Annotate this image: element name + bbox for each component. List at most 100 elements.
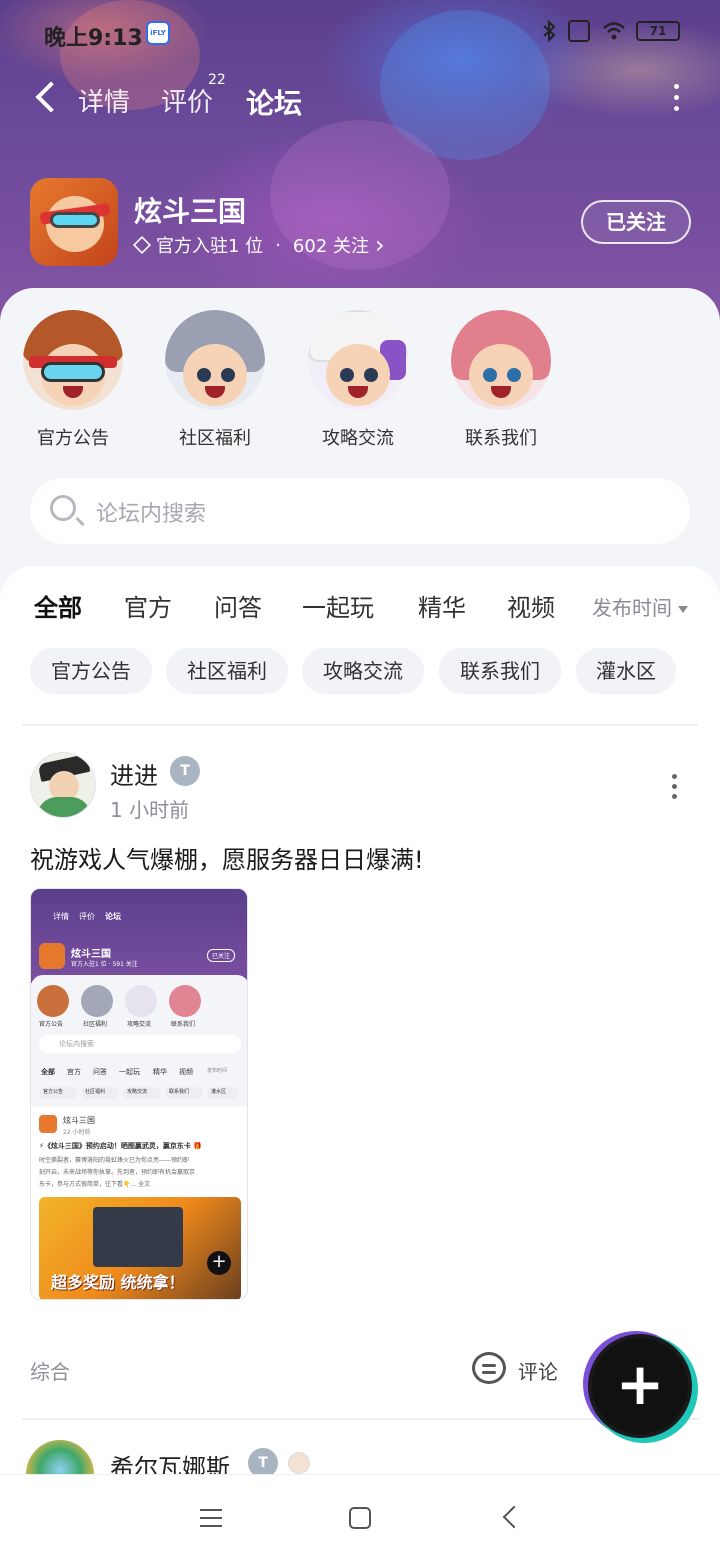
feed-tab-video[interactable]: 视频	[507, 588, 555, 623]
chip-contact-us[interactable]: 联系我们	[439, 648, 561, 694]
feed-tab-label: 全部	[34, 594, 82, 622]
feed-tab-official[interactable]: 官方	[124, 588, 172, 623]
thumb-header	[31, 889, 247, 983]
category-label: 联系我们	[465, 428, 537, 449]
thumb-search-text: 论坛内搜索	[59, 1040, 94, 1048]
category-official-announcements[interactable]: 官方公告	[18, 310, 128, 450]
thumb-cat: 官方公告	[39, 1021, 64, 1028]
thumb-tab: 详情	[53, 912, 69, 921]
comment-icon[interactable]	[472, 1352, 506, 1384]
tab-forum[interactable]: 论坛	[246, 82, 303, 126]
thumb-post-body: 时空撕裂者，赛博洛阳的霓虹烽火已为你点亮——预约即	[39, 1157, 190, 1164]
diamond-icon	[132, 235, 152, 255]
feed-tab-featured[interactable]: 精华	[418, 588, 466, 623]
game-title: 炫斗三国	[134, 195, 247, 228]
thumb-post-avatar	[39, 1115, 57, 1133]
sort-label: 发布时间	[592, 596, 672, 620]
thumb-meta: 官方入驻1 位 · 591 关注	[71, 961, 138, 968]
status-bar: 晚上9:13 iFLY 71	[0, 0, 720, 66]
thumb-game-icon	[39, 943, 65, 969]
wifi-icon	[602, 20, 625, 42]
post-author-avatar[interactable]	[30, 752, 96, 818]
system-navigation-bar	[0, 1474, 720, 1560]
tab-reviews[interactable]: 评价	[161, 82, 213, 119]
thumb-avatar	[37, 985, 69, 1017]
feed-tab-qa[interactable]: 问答	[214, 588, 262, 623]
meta-separator: ·	[275, 234, 281, 256]
caret-down-icon	[678, 606, 688, 613]
review-count-badge: 22	[208, 72, 226, 88]
thumb-post-title: ⚡《炫斗三国》预约启动！晒图赢武灵，赢京东卡 🎁	[39, 1142, 203, 1150]
thumb-banner-image: 超多奖励 统统拿！	[39, 1197, 241, 1299]
sort-dropdown[interactable]: 发布时间	[592, 592, 688, 621]
official-announcement-avatar	[23, 310, 123, 410]
post-more-icon[interactable]	[670, 774, 678, 804]
user-badge-icon	[288, 1452, 310, 1474]
search-icon	[50, 495, 76, 521]
menu-icon[interactable]	[200, 1509, 222, 1533]
thumb-avatar	[125, 985, 157, 1017]
level-badge-icon: T	[170, 756, 200, 786]
thumb-chip-label: 社区福利	[85, 1089, 106, 1095]
thumb-avatar	[169, 985, 201, 1017]
thumb-ftab: 问答	[93, 1068, 107, 1076]
status-icons: 71	[542, 19, 680, 43]
search-placeholder: 论坛内搜索	[96, 502, 207, 527]
game-app-icon	[30, 178, 118, 266]
ifly-icon: iFLY	[146, 21, 170, 45]
chip-water-zone[interactable]: 灌水区	[576, 648, 676, 694]
home-icon[interactable]	[349, 1507, 371, 1529]
battery-icon: 71	[636, 21, 680, 41]
chip-official-announcements[interactable]: 官方公告	[30, 648, 152, 694]
forum-search-bar[interactable]: 论坛内搜索	[30, 478, 690, 544]
thumb-ftab: 视频	[179, 1068, 193, 1076]
thumb-cat: 社区福利	[83, 1021, 108, 1028]
followers-count[interactable]: 602 关注	[293, 232, 369, 258]
thumb-ftab: 一起玩	[119, 1068, 140, 1076]
thumb-chip-label: 灌水区	[211, 1089, 227, 1095]
tab-forum-label: 论坛	[246, 87, 303, 120]
strategy-exchange-avatar	[308, 310, 408, 410]
category-label: 社区福利	[179, 428, 251, 449]
category-label: 攻略交流	[322, 428, 394, 449]
post-author-name[interactable]: 进进	[110, 756, 158, 791]
thumb-plus-icon: +	[207, 1251, 231, 1275]
chevron-right-icon[interactable]: ›	[375, 233, 385, 257]
category-community-benefits[interactable]: 社区福利	[160, 310, 270, 450]
thumb-ftab: 官方	[67, 1068, 81, 1076]
thumb-tab: 论坛	[105, 912, 121, 921]
game-meta: 官方入驻1 位 · 602 关注 ›	[132, 232, 385, 258]
thumb-post-body: 东卡，参与方式很简单，往下看👇... 全文	[39, 1181, 151, 1188]
chip-community-benefits[interactable]: 社区福利	[166, 648, 288, 694]
thumb-post-time: 22 小时前	[63, 1129, 91, 1136]
feed-tab-all[interactable]: 全部	[34, 588, 82, 625]
category-label: 官方公告	[37, 428, 109, 449]
chip-strategy-exchange[interactable]: 攻略交流	[302, 648, 424, 694]
thumb-follow: 已关注	[207, 949, 236, 962]
back-icon[interactable]	[32, 82, 62, 112]
category-strategy-exchange[interactable]: 攻略交流	[303, 310, 413, 450]
tab-details[interactable]: 详情	[78, 82, 130, 119]
thumb-cat: 攻略交流	[127, 1021, 152, 1028]
post-category: 综合	[30, 1360, 70, 1384]
status-time: 晚上9:13	[44, 26, 143, 51]
plus-icon: +	[615, 1350, 665, 1418]
thumb-post-body: 刻开启，未来战场等你执掌。先到者，预约即有机会赢取京	[39, 1169, 196, 1176]
sim-icon	[568, 20, 590, 42]
post-text[interactable]: 祝游戏人气爆棚，愿服务器日日爆满!	[30, 840, 424, 875]
thumb-ftab: 发布时间	[207, 1068, 228, 1074]
follow-button[interactable]: 已关注	[581, 200, 691, 244]
back-nav-icon[interactable]	[502, 1505, 526, 1529]
post-image-thumbnail[interactable]: 详情 评价 论坛 炫斗三国 官方入驻1 位 · 591 关注 已关注 官方公告 …	[30, 888, 248, 1300]
category-contact-us[interactable]: 联系我们	[446, 310, 556, 450]
divider	[22, 724, 698, 726]
comment-label[interactable]: 评论	[518, 1356, 558, 1385]
create-post-button[interactable]: +	[592, 1338, 688, 1434]
bluetooth-icon	[542, 19, 556, 43]
thumb-chip-label: 联系我们	[169, 1089, 190, 1095]
thumb-chip-label: 官方公告	[43, 1089, 64, 1095]
more-options-icon[interactable]	[672, 84, 680, 114]
feed-tab-play-together[interactable]: 一起玩	[302, 588, 374, 623]
thumb-ftab: 精华	[153, 1068, 167, 1076]
thumb-ftab: 全部	[41, 1068, 55, 1076]
